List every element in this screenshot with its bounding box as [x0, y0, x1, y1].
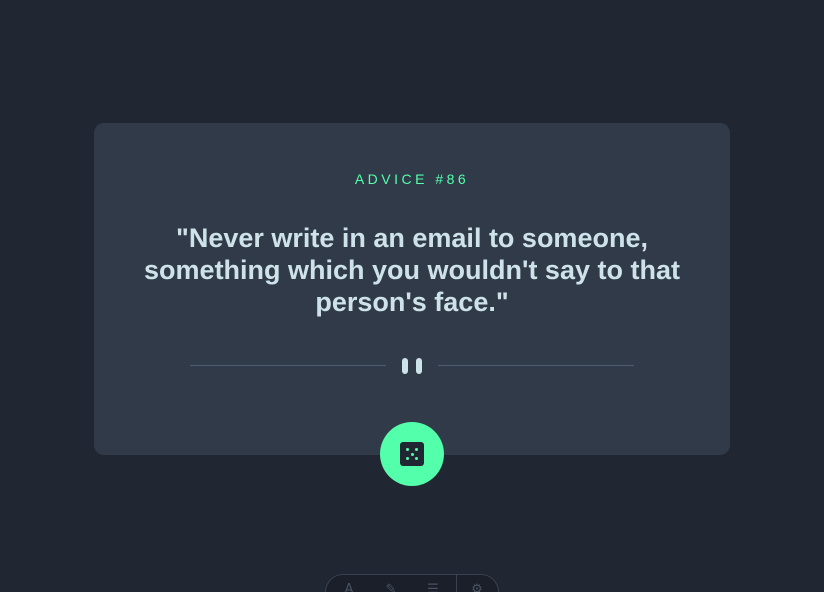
- advice-id: ADVICE #86: [354, 171, 470, 187]
- dice-icon: [400, 442, 424, 466]
- pause-icon: [402, 358, 422, 374]
- new-advice-button[interactable]: [380, 422, 444, 486]
- divider-line-left: [190, 365, 386, 366]
- pause-bar-right: [416, 358, 422, 374]
- brush-icon[interactable]: ✎: [382, 583, 400, 592]
- advice-page: ADVICE #86 "Never write in an email to s…: [0, 0, 824, 592]
- text-icon[interactable]: A: [340, 583, 358, 592]
- advice-card: ADVICE #86 "Never write in an email to s…: [94, 123, 730, 455]
- advice-text: "Never write in an email to someone, som…: [144, 223, 680, 317]
- divider: [190, 355, 634, 377]
- bottom-toolbar: A ✎ ☰ ⚙: [325, 574, 499, 592]
- menu-icon[interactable]: ☰: [424, 583, 442, 592]
- divider-line-right: [438, 365, 634, 366]
- toolbar-separator: [456, 575, 457, 592]
- pause-bar-left: [402, 358, 408, 374]
- settings-icon[interactable]: ⚙: [468, 583, 486, 592]
